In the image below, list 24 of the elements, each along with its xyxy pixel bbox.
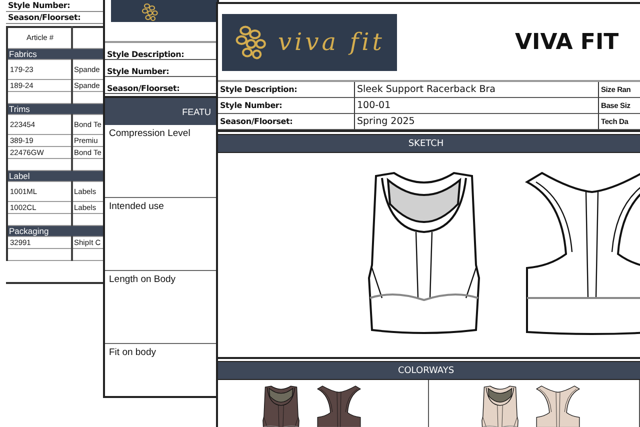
logo-text: viva fit xyxy=(278,28,385,56)
section-header: COLORWAYS xyxy=(218,361,640,380)
section-header: Trims xyxy=(7,104,103,114)
field-label: Style Description: xyxy=(107,50,184,59)
feature-label: Fit on body xyxy=(109,347,156,358)
feature-label: Length on Body xyxy=(109,274,176,285)
section-header: Fabrics xyxy=(7,48,103,60)
section-header: SKETCH xyxy=(218,134,640,153)
field-label: Season/Floorset: xyxy=(8,12,81,23)
feature-label: Compression Level xyxy=(109,128,190,139)
field-value: Sleek Support Racerback Bra xyxy=(357,84,496,95)
field-label: Season/Floorset: xyxy=(107,84,180,93)
document-title: VIVA FIT xyxy=(515,30,619,54)
section-header: FEATU xyxy=(182,106,211,116)
section-header: Label xyxy=(7,170,103,182)
field-label: Style Description: xyxy=(220,85,298,94)
field-label: Season/Floorset: xyxy=(220,117,293,126)
field-label: Style Number: xyxy=(107,67,170,76)
section-header: Packaging xyxy=(7,226,103,236)
field-label: Style Number: xyxy=(8,0,70,11)
feature-label: Intended use xyxy=(109,201,164,212)
field-value: Spring 2025 xyxy=(357,116,415,127)
field-label: Style Number: xyxy=(220,101,282,110)
field-value: 100-01 xyxy=(357,100,391,111)
